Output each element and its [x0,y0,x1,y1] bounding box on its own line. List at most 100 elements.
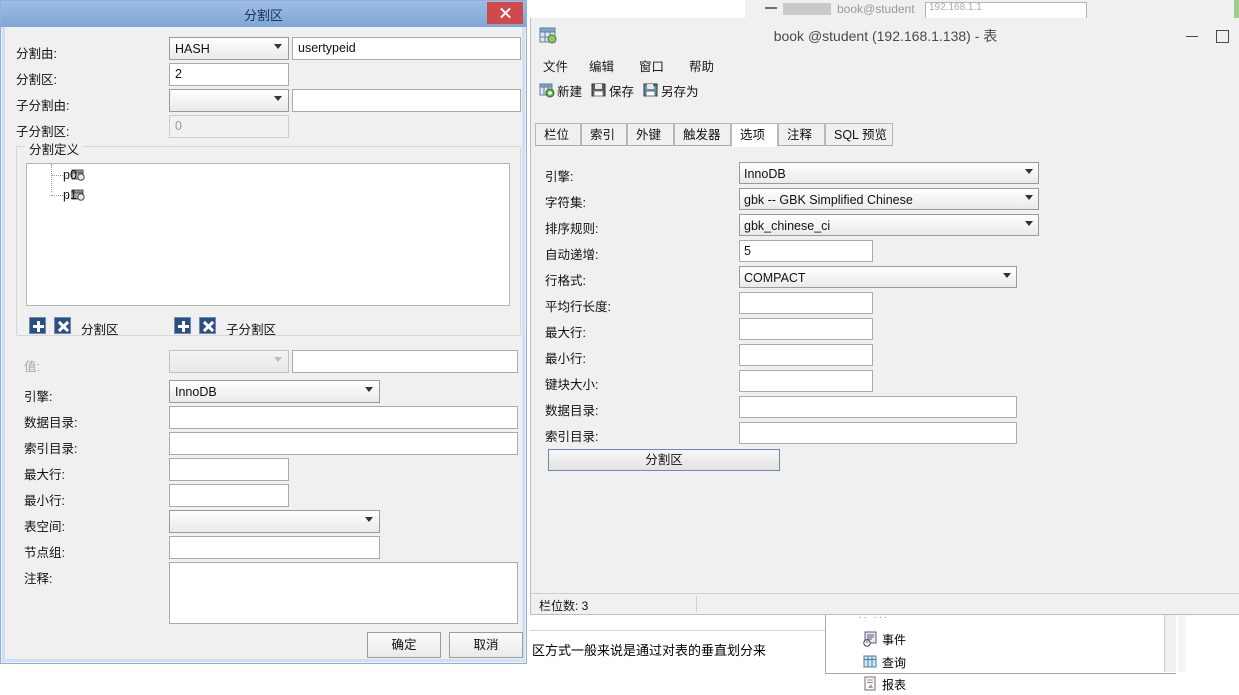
partition-by-value: HASH [175,42,210,56]
detail-engine-label: 引擎: [24,390,53,404]
detail-min-rows-input[interactable] [169,484,289,507]
detail-nodegroup-input[interactable] [169,536,380,559]
background-tree-item-query[interactable]: 查询 [882,654,906,673]
key-block-size-input[interactable] [739,370,873,392]
query-icon [862,654,878,670]
background-title-block [783,3,831,15]
menu-window[interactable]: 窗口 [639,56,664,75]
detail-tablespace-select[interactable] [169,510,380,533]
data-directory-label: 数据目录: [545,404,599,418]
tab-sql-preview[interactable]: SQL 预览 [825,123,893,146]
tab-options[interactable]: 选项 [731,123,778,147]
event-icon [862,631,878,647]
partition-button[interactable]: 分割区 [548,449,780,471]
chevron-down-icon [274,96,282,101]
tab-comment[interactable]: 注释 [778,123,825,146]
collation-select[interactable]: gbk_chinese_ci [739,214,1039,236]
value-label: 值: [24,360,40,374]
value-select[interactable] [169,350,289,373]
background-minimize-icon [765,7,777,9]
subpartition-by-select[interactable] [169,89,289,112]
engine-select[interactable]: InnoDB [739,162,1039,184]
tab-fields[interactable]: 栏位 [535,123,581,146]
background-doc-divider [530,630,840,631]
new-button-label: 新建 [557,84,583,99]
background-tree-list[interactable]: ·· ··· 事件 查询 报表 [830,610,1170,692]
subpartitions-label: 子分割区: [16,125,70,139]
chevron-down-icon [1025,195,1033,200]
value-input[interactable] [292,350,518,373]
index-directory-input[interactable] [739,422,1017,444]
report-icon [862,676,878,692]
partitions-label: 分割区: [16,73,57,87]
table-window-titlebar[interactable]: book @student (192.168.1.138) - 表 [531,18,1239,52]
save-button[interactable]: 保存 [591,80,634,100]
detail-index-dir-input[interactable] [169,432,518,455]
partition-tree-item-p1[interactable]: p1 [63,186,77,205]
minimize-button[interactable] [1180,27,1206,45]
detail-max-rows-input[interactable] [169,458,289,481]
detail-comment-textarea[interactable] [169,562,518,624]
menu-file[interactable]: 文件 [543,56,568,75]
delete-subpartition-button[interactable] [199,317,216,334]
menu-edit[interactable]: 编辑 [589,56,614,75]
delete-partition-button[interactable] [54,317,71,334]
subpartitions-input[interactable]: 0 [169,115,289,138]
add-subpartition-button[interactable] [174,317,191,334]
auto-increment-input[interactable]: 5 [739,240,873,262]
maximize-icon [1216,30,1229,43]
table-designer-window: book @student (192.168.1.138) - 表 文件 编辑 … [530,18,1239,615]
engine-value: InnoDB [744,167,786,181]
detail-nodegroup-label: 节点组: [24,546,65,560]
detail-data-dir-input[interactable] [169,406,518,429]
subpartition-toolbar-label: 子分割区 [226,323,277,337]
partitions-input[interactable]: 2 [169,63,289,86]
tab-foreign-keys[interactable]: 外键 [627,123,674,146]
add-partition-button[interactable] [29,317,46,334]
menu-bar: 文件 编辑 窗口 帮助 [531,52,1239,78]
partition-by-label: 分割由: [16,47,57,61]
new-button[interactable]: 新建 [539,80,582,100]
options-pane: 引擎: InnoDB 字符集: gbk -- GBK Simplified Ch… [531,147,1239,594]
subpartition-expression-input[interactable] [292,89,521,112]
add-icon-stroke2 [37,321,40,332]
partition-expression-input[interactable]: usertypeid [292,37,521,60]
background-scrollbar[interactable] [1164,608,1176,672]
avg-row-length-input[interactable] [739,292,873,314]
min-rows-input[interactable] [739,344,873,366]
dialog-body: 分割由: HASH usertypeid 分割区: 2 子分割由: 子分割区: … [2,27,525,631]
tab-triggers[interactable]: 触发器 [674,123,731,146]
data-directory-input[interactable] [739,396,1017,418]
charset-select[interactable]: gbk -- GBK Simplified Chinese [739,188,1039,210]
menu-help[interactable]: 帮助 [689,56,714,75]
row-format-select[interactable]: COMPACT [739,266,1017,288]
collation-label: 排序规则: [545,222,599,236]
new-icon [539,82,555,98]
tab-indexes[interactable]: 索引 [581,123,627,146]
background-scrollbar-outer[interactable] [1178,608,1186,672]
min-rows-label: 最小行: [545,352,586,366]
partition-tree-item-p0[interactable]: p0 [63,166,77,185]
avg-row-length-label: 平均行长度: [545,300,611,314]
detail-data-dir-label: 数据目录: [24,416,78,430]
table-window-controls [1180,27,1239,45]
row-format-value: COMPACT [744,271,806,285]
detail-engine-select[interactable]: InnoDB [169,380,380,403]
background-tree-item-report[interactable]: 报表 [882,676,906,695]
save-as-icon [643,82,659,98]
ok-button[interactable]: 确定 [367,632,441,658]
maximize-button[interactable] [1210,27,1236,45]
cancel-button[interactable]: 取消 [449,632,523,658]
dialog-titlebar[interactable]: 分割区 [1,1,526,27]
key-block-size-label: 键块大小: [545,378,599,392]
close-button[interactable] [487,2,523,24]
max-rows-label: 最大行: [545,326,586,340]
save-as-button[interactable]: 另存为 [643,80,699,100]
partition-definition-title: 分割定义 [25,139,84,158]
background-tree-item-event[interactable]: 事件 [882,631,906,650]
partition-tree[interactable]: p0 p1 [26,163,510,306]
partition-by-select[interactable]: HASH [169,37,289,60]
max-rows-input[interactable] [739,318,873,340]
row-format-label: 行格式: [545,274,586,288]
tree-connector-vertical [51,164,53,192]
